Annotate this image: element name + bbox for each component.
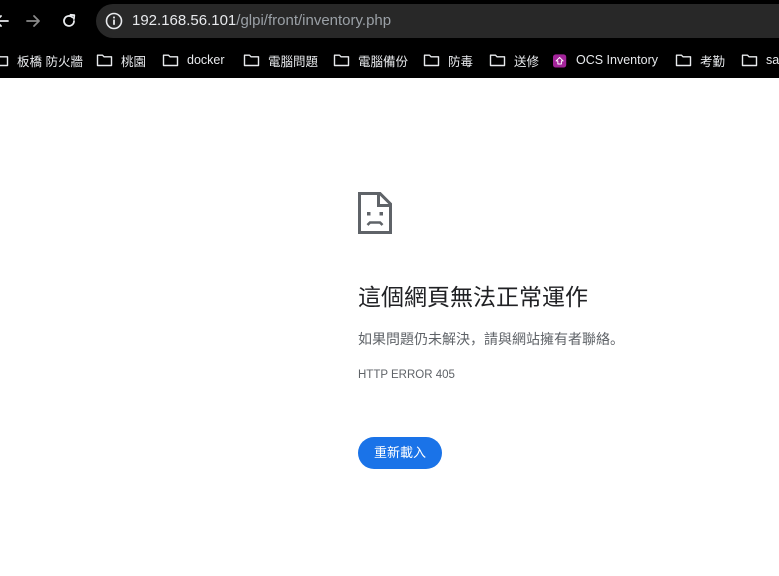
folder-icon bbox=[741, 54, 758, 67]
site-info-icon[interactable] bbox=[104, 11, 124, 31]
error-code: HTTP ERROR 405 bbox=[358, 369, 455, 381]
back-arrow-icon bbox=[0, 15, 9, 27]
folder-icon bbox=[333, 54, 350, 67]
bookmark-label: sa bbox=[766, 53, 779, 67]
bookmark-item[interactable]: 考勤 bbox=[675, 49, 725, 71]
bookmark-label: 板橋 防火牆 bbox=[17, 54, 83, 69]
forward-arrow-icon bbox=[26, 15, 40, 27]
reload-toolbar-button[interactable] bbox=[55, 7, 83, 35]
bookmark-item[interactable]: sa bbox=[741, 49, 779, 71]
bookmark-item[interactable]: 桃園 bbox=[96, 49, 146, 71]
bookmark-item[interactable]: 防毒 bbox=[423, 49, 473, 71]
folder-icon bbox=[96, 54, 113, 67]
bookmark-label: docker bbox=[187, 53, 225, 67]
error-page: 這個網頁無法正常運作 如果問題仍未解決，請與網站擁有者聯絡。 HTTP ERRO… bbox=[0, 78, 779, 576]
url-path: /glpi/front/inventory.php bbox=[236, 12, 392, 29]
folder-icon bbox=[243, 54, 260, 67]
bookmark-item[interactable]: 送修 bbox=[489, 49, 539, 71]
folder-icon bbox=[162, 54, 179, 67]
ocs-icon bbox=[553, 53, 567, 68]
error-description: 如果問題仍未解決，請與網站擁有者聯絡。 bbox=[358, 331, 624, 347]
bookmark-label: 桃園 bbox=[121, 54, 147, 69]
error-title: 這個網頁無法正常運作 bbox=[358, 284, 588, 310]
forward-button[interactable] bbox=[19, 7, 47, 35]
bookmarks-bar: 板橋 防火牆 桃園 docker 電腦問題 電腦備份 防毒 送修 OCS Inv… bbox=[0, 42, 779, 78]
bookmark-label: 電腦備份 bbox=[358, 54, 409, 69]
bookmark-label: 送修 bbox=[514, 54, 540, 69]
bookmark-item[interactable]: 電腦問題 bbox=[243, 49, 318, 71]
bookmark-label: OCS Inventory bbox=[576, 53, 658, 67]
reload-icon bbox=[63, 13, 76, 27]
folder-icon bbox=[675, 54, 692, 67]
sad-document-icon bbox=[358, 192, 392, 234]
bookmark-label: 電腦問題 bbox=[268, 54, 319, 69]
bookmark-item[interactable]: 板橋 防火牆 bbox=[0, 49, 83, 71]
browser-toolbar: 192.168.56.101/glpi/front/inventory.php bbox=[0, 0, 779, 42]
bookmark-label: 考勤 bbox=[700, 54, 726, 69]
folder-icon bbox=[423, 54, 440, 67]
url-text[interactable]: 192.168.56.101/glpi/front/inventory.php bbox=[132, 12, 391, 30]
url-host: 192.168.56.101 bbox=[132, 12, 237, 29]
reload-button[interactable]: 重新載入 bbox=[358, 437, 442, 469]
bookmark-item[interactable]: OCS Inventory bbox=[553, 49, 658, 71]
folder-icon bbox=[489, 54, 506, 67]
address-bar[interactable]: 192.168.56.101/glpi/front/inventory.php bbox=[96, 4, 779, 38]
bookmark-item[interactable]: 電腦備份 bbox=[333, 49, 408, 71]
bookmark-label: 防毒 bbox=[448, 54, 474, 69]
back-button[interactable] bbox=[0, 7, 16, 35]
folder-icon bbox=[0, 55, 9, 67]
bookmark-item[interactable]: docker bbox=[162, 49, 225, 71]
